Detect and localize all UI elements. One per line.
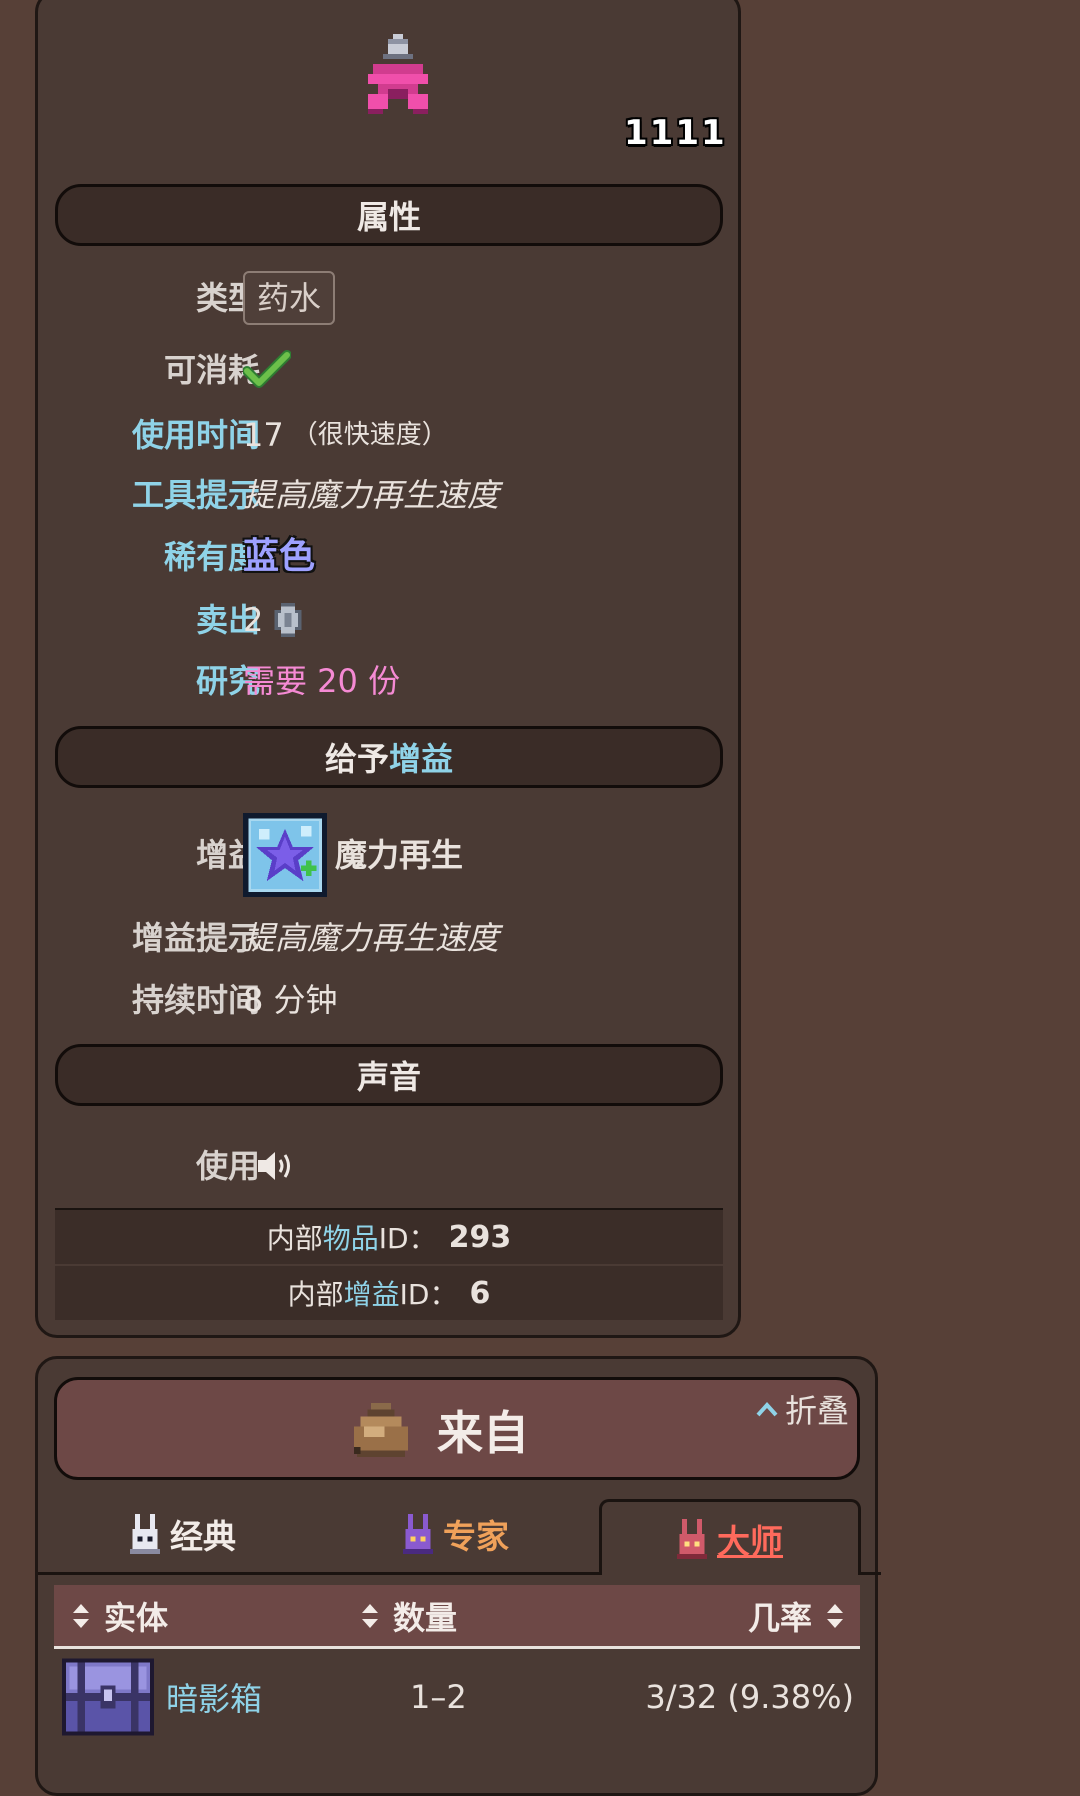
sound-use-row: 使用 [38,1136,744,1196]
tooltip-value: 提高魔力再生速度 [243,476,500,514]
sort-icon [73,1604,89,1628]
buff-name[interactable]: 魔力再生 [335,810,463,900]
column-quantity[interactable]: 数量 [361,1585,457,1647]
quantity-cell: 1–2 [410,1678,467,1716]
sort-icon [827,1604,843,1628]
consumable-row: 可消耗 [38,340,744,400]
rarity-row: 稀有度 蓝色 [38,527,744,587]
type-row: 类型 药水 [38,268,744,328]
bunny-expert-icon [403,1514,433,1554]
buff-tip-row: 增益提示 提高魔力再生速度 [38,908,744,968]
silver-coin-icon [274,603,302,637]
table-row: 暗影箱 1–2 3/32 (9.38%) [54,1653,860,1741]
duration-row: 持续时间 8 分钟 [38,970,744,1030]
use-time-note: （很快速度） [291,420,448,450]
research-row: 研究 需要 20 份 [38,651,744,711]
buff-header-link[interactable]: 增益 [389,734,453,780]
source-panel: 来自 折叠 经典 专家 大师 实体 数量 几率 暗影箱 1–2 3/32 (9.… [35,1356,881,1796]
source-title: 来自 [347,1380,529,1480]
duration-label: 持续时间 [131,981,260,1019]
buff-id-link[interactable]: 增益 [344,1273,400,1313]
item-id-link[interactable]: 物品 [323,1217,379,1257]
buff-id-value: 6 [469,1275,491,1311]
use-time-label[interactable]: 使用时间 [132,405,260,465]
column-entity[interactable]: 实体 [72,1585,168,1647]
buff-tip-value: 提高魔力再生速度 [243,919,500,957]
sort-icon [362,1604,378,1628]
use-time-row: 使用时间 17 （很快速度） [38,405,744,465]
properties-header: 属性 [55,184,723,246]
potion-icon [368,34,428,114]
chevron-up-icon [756,1402,778,1417]
item-infobox: 1111 属性 类型 药水 可消耗 使用时间 17 （很快速度） 工具提示 提高… [35,0,741,1338]
difficulty-tabs: 经典 专家 大师 [38,1499,881,1575]
shadow-chest-icon[interactable] [62,1658,154,1736]
check-icon [243,350,291,388]
type-tag[interactable]: 药水 [243,271,336,325]
bunny-classic-icon [130,1514,160,1554]
tab-expert[interactable]: 专家 [403,1499,509,1569]
use-time-value: 17 [243,416,284,454]
sell-value: 2 [243,601,264,639]
column-chance[interactable]: 几率 [748,1585,844,1647]
bag-icon [353,1402,409,1458]
tooltip-label[interactable]: 工具提示 [132,465,260,525]
buff-row: 增益 魔力再生 [38,810,744,900]
drop-table-header: 实体 数量 几率 [54,1585,860,1649]
sell-row: 卖出 2 [38,590,744,650]
collapse-label: 折叠 [784,1392,849,1430]
chance-cell: 3/32 (9.38%) [645,1678,854,1716]
tooltip-row: 工具提示 提高魔力再生速度 [38,465,744,525]
research-value: 需要 20 份 [243,662,401,700]
speaker-icon[interactable] [255,1148,295,1184]
item-id-bar: 内部 物品 ID： 293 [55,1208,723,1264]
buff-header: 给予 增益 [55,726,723,788]
entity-cell: 暗影箱 [62,1653,262,1741]
sound-header: 声音 [55,1044,723,1106]
collapse-button[interactable]: 折叠 [755,1386,849,1432]
rarity-value: 蓝色 [243,536,316,577]
tab-classic[interactable]: 经典 [130,1499,236,1569]
stack-size: 1111 [624,113,727,153]
bunny-master-icon [677,1518,707,1559]
buff-tip-label: 增益提示 [131,919,260,957]
buff-id-bar: 内部 增益 ID： 6 [55,1266,723,1320]
duration-value: 8 分钟 [243,981,338,1019]
tab-master[interactable]: 大师 [599,1499,861,1575]
mana-regen-buff-icon[interactable] [243,813,327,897]
entity-link[interactable]: 暗影箱 [166,1674,262,1720]
item-id-value: 293 [448,1219,512,1255]
source-header: 来自 折叠 [54,1377,860,1480]
